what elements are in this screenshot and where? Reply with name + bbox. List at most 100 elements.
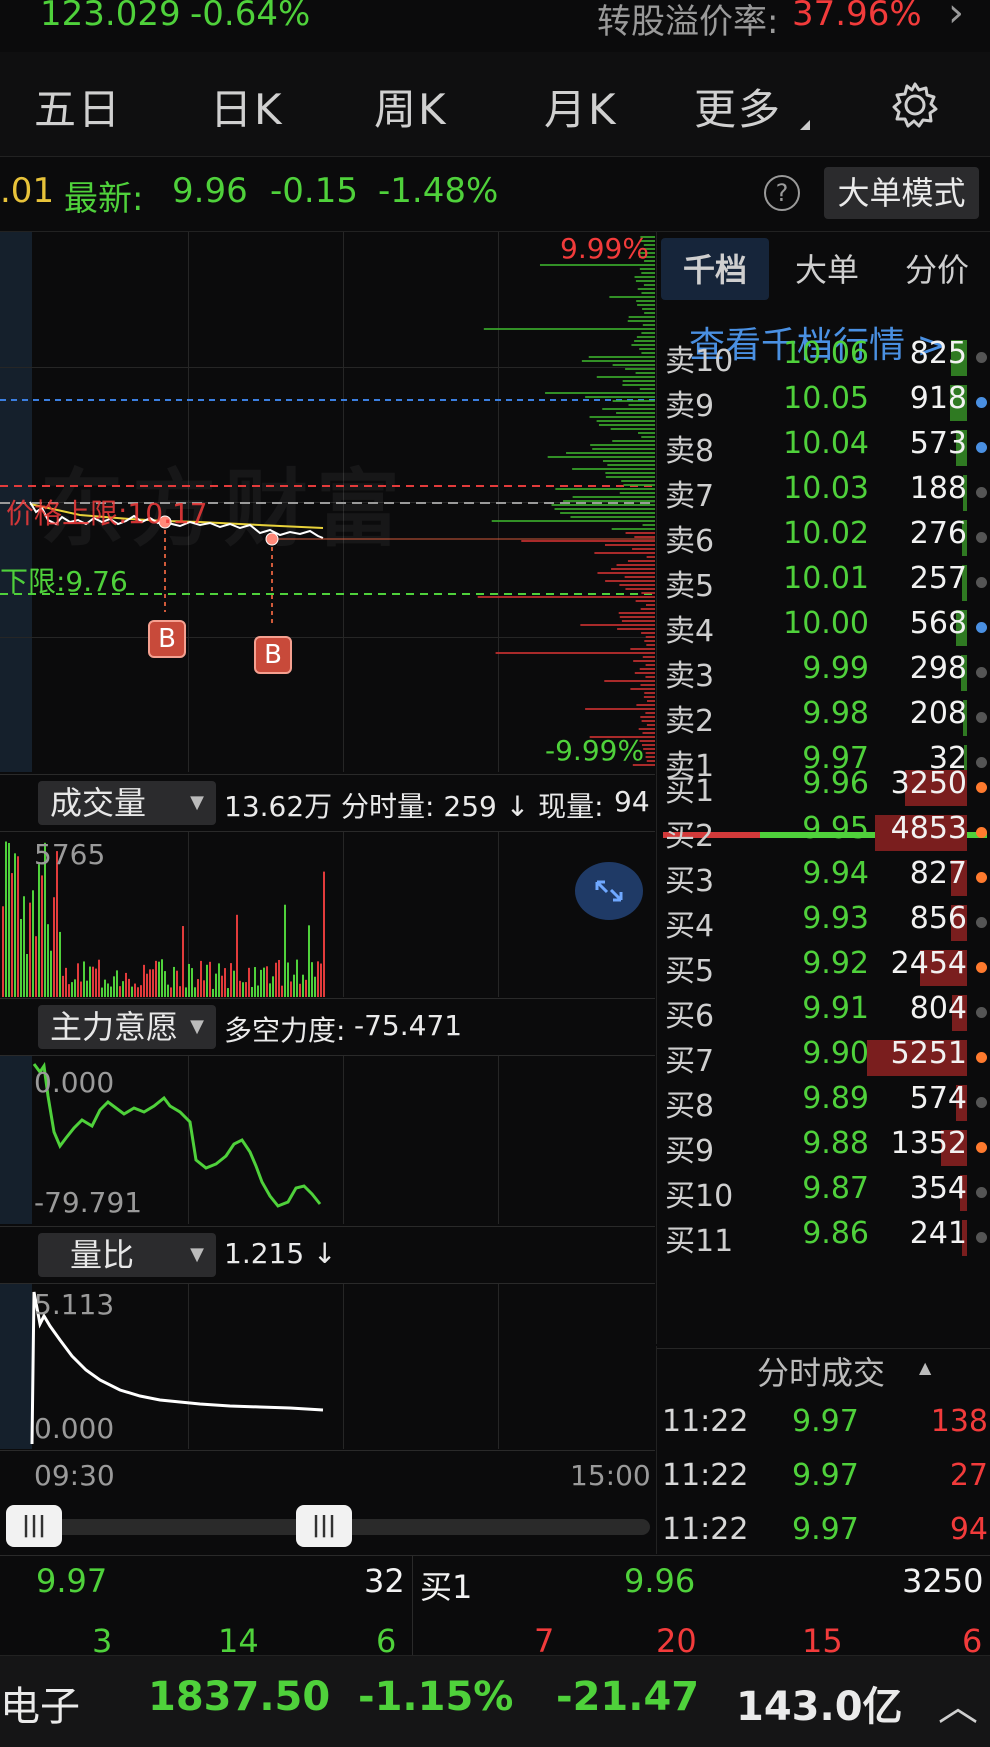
ask-row[interactable]: 卖10 10.06 825 [657, 332, 990, 379]
trade-price: 9.97 [792, 1512, 859, 1547]
mainforce-chart[interactable]: 0.000 -79.791 [0, 1056, 655, 1224]
volume-chart[interactable]: 5765 [0, 832, 655, 997]
ask-volume: 276 [909, 516, 967, 551]
bid-level-label: 买1 [665, 774, 715, 809]
top-quote-strip[interactable]: 123.029 -0.64% 转股溢价率: 37.96% › [0, 0, 990, 53]
tab-five-day[interactable]: 五日 [34, 76, 122, 137]
ask-price: 9.99 [802, 651, 869, 686]
order-book-panel: 千档 大单 分价 查看千档行情 > 卖10 10.06 825 卖9 10.05 918 卖… [656, 232, 990, 1349]
ask-row[interactable]: 卖5 10.01 257 [657, 557, 990, 604]
sector-bar[interactable]: 电子 1837.50 -1.15% -21.47 143.0亿 ︿ [0, 1655, 990, 1747]
ask-order-dot-icon [976, 397, 987, 408]
tab-thousand-level[interactable]: 千档 [661, 240, 769, 300]
mainforce-indicator-bar: 主力意愿 ▼ 多空力度: -75.471 [0, 998, 655, 1056]
bid-row[interactable]: 买9 9.88 1352 [657, 1122, 990, 1169]
chevron-right-icon[interactable]: › [948, 0, 964, 36]
ask-level-label: 卖6 [665, 524, 715, 559]
lower-limit-label: 下限:9.76 [0, 565, 128, 598]
bid-order-dot-icon [976, 962, 987, 973]
bid-order-dot-icon [976, 782, 987, 793]
bid-row[interactable]: 买1 9.96 3250 [657, 762, 990, 809]
ask-order-dot-icon [976, 532, 987, 543]
ratio-selector[interactable]: 量比 ▼ [38, 1233, 216, 1277]
bid-volume: 3250 [890, 766, 967, 801]
bid-row[interactable]: 买3 9.94 827 [657, 852, 990, 899]
bid-price: 9.87 [802, 1171, 869, 1206]
trade-row[interactable]: 11:22 9.97 27 [662, 1452, 990, 1506]
buy-marker[interactable]: B [148, 620, 186, 658]
tab-monthly-k[interactable]: 月K [544, 76, 618, 137]
intraday-chart[interactable]: 东方财富 9.99% -9.99% 价格上限:10.17 下限:9.76 B B [0, 232, 655, 772]
bid-level-label: 买5 [665, 954, 715, 989]
premium-value: 37.96% [792, 0, 922, 34]
ask-row[interactable]: 卖7 10.03 188 [657, 467, 990, 514]
bond-price: 123.029 [40, 0, 181, 34]
ask-row[interactable]: 卖2 9.98 208 [657, 692, 990, 739]
bid-price: 9.89 [802, 1081, 869, 1116]
help-icon[interactable]: ? [764, 175, 800, 211]
ratio-summary: 1.215 ↓ [224, 1237, 337, 1270]
bid-row[interactable]: 买10 9.87 354 [657, 1167, 990, 1214]
range-slider-left-handle[interactable]: ||| [6, 1505, 62, 1547]
tab-daily-k[interactable]: 日K [210, 76, 284, 137]
trade-price: 9.97 [792, 1404, 859, 1439]
tab-price-distribution[interactable]: 分价 [883, 240, 990, 300]
big-order-mode-button[interactable]: 大单模式 [824, 167, 979, 219]
more-caret-icon [800, 120, 810, 130]
mainforce-selector[interactable]: 主力意愿 ▼ [38, 1005, 216, 1049]
chevron-up-icon[interactable]: ︿ [938, 1674, 978, 1732]
tab-big-order[interactable]: 大单 [773, 240, 881, 300]
tab-weekly-k[interactable]: 周K [374, 76, 448, 137]
ask-row[interactable]: 卖9 10.05 918 [657, 377, 990, 424]
volume-selector[interactable]: 成交量 ▼ [38, 781, 216, 825]
trade-price: 9.97 [792, 1458, 859, 1493]
gear-icon[interactable] [890, 80, 940, 130]
bid-row[interactable]: 买11 9.86 241 [657, 1212, 990, 1259]
ask-order-dot-icon [976, 622, 987, 633]
trade-volume: 138 [930, 1404, 988, 1439]
bid-volume: 574 [909, 1081, 967, 1116]
ask-price: 10.00 [783, 606, 869, 641]
bottom-quote-strip: 9.97 32 买1 9.96 3250 3 14 6 7 20 15 6 [0, 1555, 990, 1660]
buy-marker[interactable]: B [254, 636, 292, 674]
ratio-top-label: 5.113 [34, 1288, 115, 1321]
bid-level-label: 买3 [665, 864, 715, 899]
volume-selector-label: 成交量 [50, 784, 147, 822]
bid-order-dot-icon [976, 1097, 987, 1108]
bid-price: 9.88 [802, 1126, 869, 1161]
bid-row[interactable]: 买7 9.90 5251 [657, 1032, 990, 1079]
ask-price: 10.05 [783, 381, 869, 416]
ask-order-dot-icon [976, 487, 987, 498]
sector-index: 1837.50 [148, 1674, 331, 1720]
range-slider-right-handle[interactable]: ||| [296, 1505, 352, 1547]
ask-row[interactable]: 卖4 10.00 568 [657, 602, 990, 649]
tab-more[interactable]: 更多 [694, 76, 782, 137]
trade-time: 11:22 [662, 1512, 749, 1547]
trades-title[interactable]: 分时成交 [757, 1348, 885, 1394]
bid-price: 9.91 [802, 991, 869, 1026]
expand-button[interactable] [575, 862, 643, 920]
bid-row[interactable]: 买5 9.92 2454 [657, 942, 990, 989]
time-end-label: 15:00 [570, 1459, 651, 1492]
bid-row[interactable]: 买8 9.89 574 [657, 1077, 990, 1124]
mainforce-selector-label: 主力意愿 [50, 1008, 179, 1046]
code-suffix: .01 [0, 171, 55, 211]
bid-row[interactable]: 买2 9.95 4853 [657, 807, 990, 854]
trade-row[interactable]: 11:22 9.97 138 [662, 1398, 990, 1452]
ratio-chart[interactable]: 5.113 0.000 [0, 1284, 655, 1449]
ask-row[interactable]: 卖8 10.04 573 [657, 422, 990, 469]
bid-order-dot-icon [976, 1187, 987, 1198]
bid-row[interactable]: 买4 9.93 856 [657, 897, 990, 944]
bid-price: 9.92 [802, 946, 869, 981]
bid-row[interactable]: 买6 9.91 804 [657, 987, 990, 1034]
volume-indicator-bar: 成交量 ▼ 13.62万 分时量: 259 ↓ 现量: 94 [0, 774, 655, 832]
ask-row[interactable]: 卖3 9.99 298 [657, 647, 990, 694]
ask-volume: 568 [909, 606, 967, 641]
ask-row[interactable]: 卖6 10.02 276 [657, 512, 990, 559]
ask-volume: 208 [909, 696, 967, 731]
current-volume: 94 [614, 785, 650, 818]
time-start-label: 09:30 [34, 1459, 115, 1492]
bid-price: 9.86 [802, 1216, 869, 1251]
price-info-row: .01 最新: 9.96 -0.15 -1.48% ? 大单模式 [0, 157, 990, 232]
trade-row[interactable]: 11:22 9.97 94 [662, 1506, 990, 1560]
